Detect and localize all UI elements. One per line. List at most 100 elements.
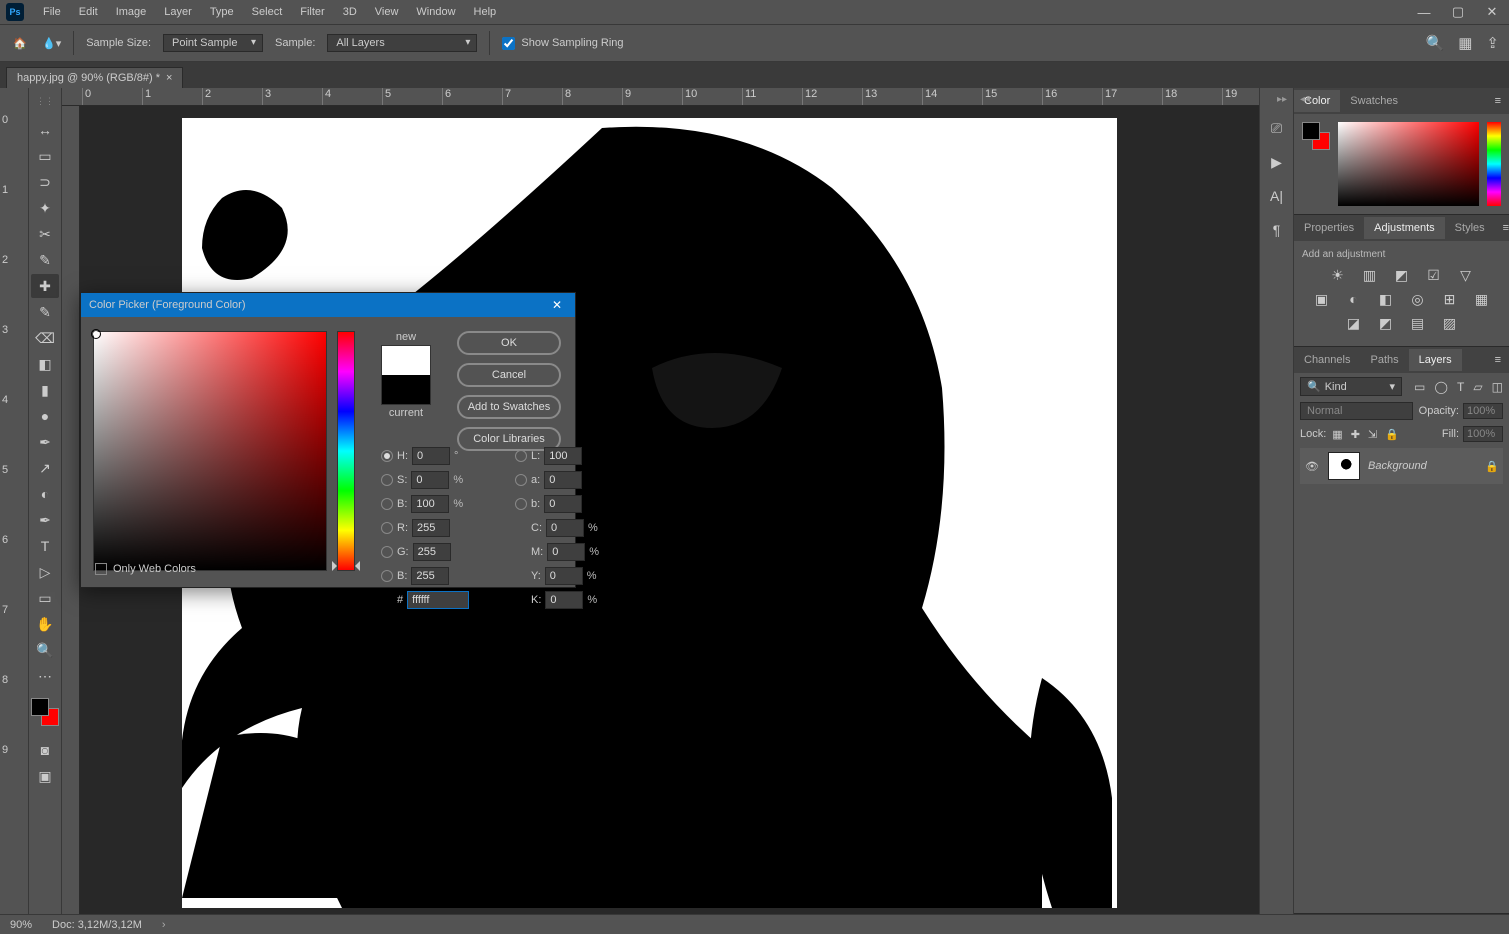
- history-brush-tool[interactable]: ▮: [31, 378, 59, 402]
- a-input[interactable]: [544, 471, 582, 489]
- clone-tool[interactable]: ◧: [31, 352, 59, 376]
- add-to-swatches-button[interactable]: Add to Swatches: [457, 395, 561, 419]
- pixel-filter-icon[interactable]: ▭: [1414, 380, 1425, 394]
- expand-icon[interactable]: ▸▸: [1277, 94, 1287, 105]
- r-input[interactable]: [412, 519, 450, 537]
- l-input[interactable]: [544, 447, 582, 465]
- color-lookup-icon[interactable]: ▦: [1472, 290, 1492, 308]
- k-input[interactable]: [545, 591, 583, 609]
- layer-kind-filter[interactable]: 🔍 Kind ▾: [1300, 377, 1402, 396]
- frame-tool[interactable]: ✎: [31, 248, 59, 272]
- panel-grip-icon[interactable]: ⋮⋮: [36, 96, 54, 107]
- photo-filter-icon[interactable]: ◎: [1408, 290, 1428, 308]
- hex-input[interactable]: [407, 591, 469, 609]
- blend-mode-select[interactable]: Normal: [1300, 402, 1413, 420]
- search-icon[interactable]: 🔍: [1426, 34, 1445, 52]
- blur-tool[interactable]: ↗: [31, 456, 59, 480]
- posterize-icon[interactable]: ◩: [1376, 314, 1396, 332]
- menu-image[interactable]: Image: [107, 2, 156, 22]
- paragraph-panel-icon[interactable]: ¶: [1265, 218, 1289, 242]
- menu-view[interactable]: View: [366, 2, 408, 22]
- tab-swatches[interactable]: Swatches: [1340, 90, 1408, 112]
- screen-mode-tool[interactable]: ▣: [31, 764, 59, 788]
- color-cursor-icon[interactable]: [91, 329, 101, 339]
- hand-tool[interactable]: ✋: [31, 612, 59, 636]
- document-tab[interactable]: happy.jpg @ 90% (RGB/8#) * ×: [6, 67, 183, 88]
- status-arrow-icon[interactable]: ›: [162, 919, 166, 931]
- show-sampling-ring-checkbox[interactable]: Show Sampling Ring: [502, 37, 623, 50]
- gradient-map-icon[interactable]: ▨: [1440, 314, 1460, 332]
- marquee-tool[interactable]: ▭: [31, 144, 59, 168]
- brightness-input[interactable]: [411, 495, 449, 513]
- shape-tool[interactable]: ▭: [31, 586, 59, 610]
- lasso-tool[interactable]: ⊃: [31, 170, 59, 194]
- quick-mask-tool[interactable]: ◙: [31, 738, 59, 762]
- character-panel-icon[interactable]: A|: [1265, 184, 1289, 208]
- s-radio[interactable]: [381, 474, 393, 486]
- lock-icon[interactable]: 🔒: [1485, 460, 1499, 473]
- maximize-icon[interactable]: ▢: [1441, 0, 1475, 24]
- l-radio[interactable]: [515, 450, 527, 462]
- hue-icon[interactable]: ▣: [1312, 290, 1332, 308]
- tab-styles[interactable]: Styles: [1445, 217, 1495, 239]
- hue-strip[interactable]: [1487, 122, 1501, 206]
- lock-pixels-icon[interactable]: ▦: [1332, 428, 1342, 441]
- fill-input[interactable]: [1463, 426, 1503, 442]
- y-input[interactable]: [545, 567, 583, 585]
- r-radio[interactable]: [381, 522, 393, 534]
- shape-filter-icon[interactable]: ▱: [1473, 380, 1482, 394]
- hue-handle-left-icon[interactable]: [332, 561, 337, 571]
- cancel-button[interactable]: Cancel: [457, 363, 561, 387]
- home-icon[interactable]: 🏠: [10, 33, 30, 53]
- dodge-tool[interactable]: ◐: [31, 482, 59, 506]
- new-color-swatch[interactable]: [382, 346, 430, 375]
- share-icon[interactable]: ⇪: [1486, 34, 1499, 52]
- menu-help[interactable]: Help: [465, 2, 506, 22]
- gradient-tool[interactable]: ✒: [31, 430, 59, 454]
- pen-tool[interactable]: ✒: [31, 508, 59, 532]
- tab-adjustments[interactable]: Adjustments: [1364, 217, 1445, 239]
- a-radio[interactable]: [515, 474, 527, 486]
- blue-radio[interactable]: [381, 570, 393, 582]
- ok-button[interactable]: OK: [457, 331, 561, 355]
- vibrance-icon[interactable]: ▽: [1456, 266, 1476, 284]
- layer-row[interactable]: 👁 Background 🔒: [1300, 448, 1503, 484]
- sample-select[interactable]: All Layers: [327, 34, 477, 52]
- invert-icon[interactable]: ◪: [1344, 314, 1364, 332]
- color-field[interactable]: [1338, 122, 1479, 206]
- sample-size-select[interactable]: Point Sample: [163, 34, 263, 52]
- crop-tool[interactable]: ✂: [31, 222, 59, 246]
- healing-tool[interactable]: ✎: [31, 300, 59, 324]
- arrange-icon[interactable]: ▦: [1458, 34, 1472, 52]
- lock-position-icon[interactable]: ✚: [1351, 428, 1360, 441]
- layer-thumbnail[interactable]: [1328, 452, 1360, 480]
- exposure-icon[interactable]: ☑: [1424, 266, 1444, 284]
- color-balance-icon[interactable]: ◐: [1344, 290, 1364, 308]
- checkbox-icon[interactable]: [95, 563, 107, 575]
- layer-name[interactable]: Background: [1368, 460, 1477, 472]
- path-tool[interactable]: ▷: [31, 560, 59, 584]
- eyedropper-tool[interactable]: ✚: [31, 274, 59, 298]
- brightness-radio[interactable]: [381, 498, 393, 510]
- history-panel-icon[interactable]: ⎚: [1265, 116, 1289, 140]
- more-tools[interactable]: ⋯: [31, 664, 59, 688]
- g-radio[interactable]: [381, 546, 393, 558]
- foreground-background-swatch[interactable]: [31, 698, 59, 726]
- lock-artboard-icon[interactable]: ⇲: [1368, 428, 1377, 441]
- tab-close-icon[interactable]: ×: [166, 72, 172, 84]
- s-input[interactable]: [411, 471, 449, 489]
- panel-menu-icon[interactable]: ≡: [1487, 350, 1509, 370]
- color-picker-field[interactable]: [93, 331, 327, 571]
- eyedropper-tool-icon[interactable]: 💧▾: [42, 37, 61, 50]
- menu-type[interactable]: Type: [201, 2, 243, 22]
- smart-filter-icon[interactable]: ◫: [1492, 380, 1503, 394]
- type-tool[interactable]: T: [31, 534, 59, 558]
- threshold-icon[interactable]: ▤: [1408, 314, 1428, 332]
- zoom-tool[interactable]: 🔍: [31, 638, 59, 662]
- hue-handle-right-icon[interactable]: [355, 561, 360, 571]
- move-tool[interactable]: ↔: [31, 118, 59, 142]
- collapse-icon[interactable]: ◂◂: [1300, 94, 1310, 105]
- panel-menu-icon[interactable]: ≡: [1495, 218, 1509, 238]
- tab-layers[interactable]: Layers: [1409, 349, 1462, 371]
- color-panel-swatch[interactable]: [1302, 122, 1330, 150]
